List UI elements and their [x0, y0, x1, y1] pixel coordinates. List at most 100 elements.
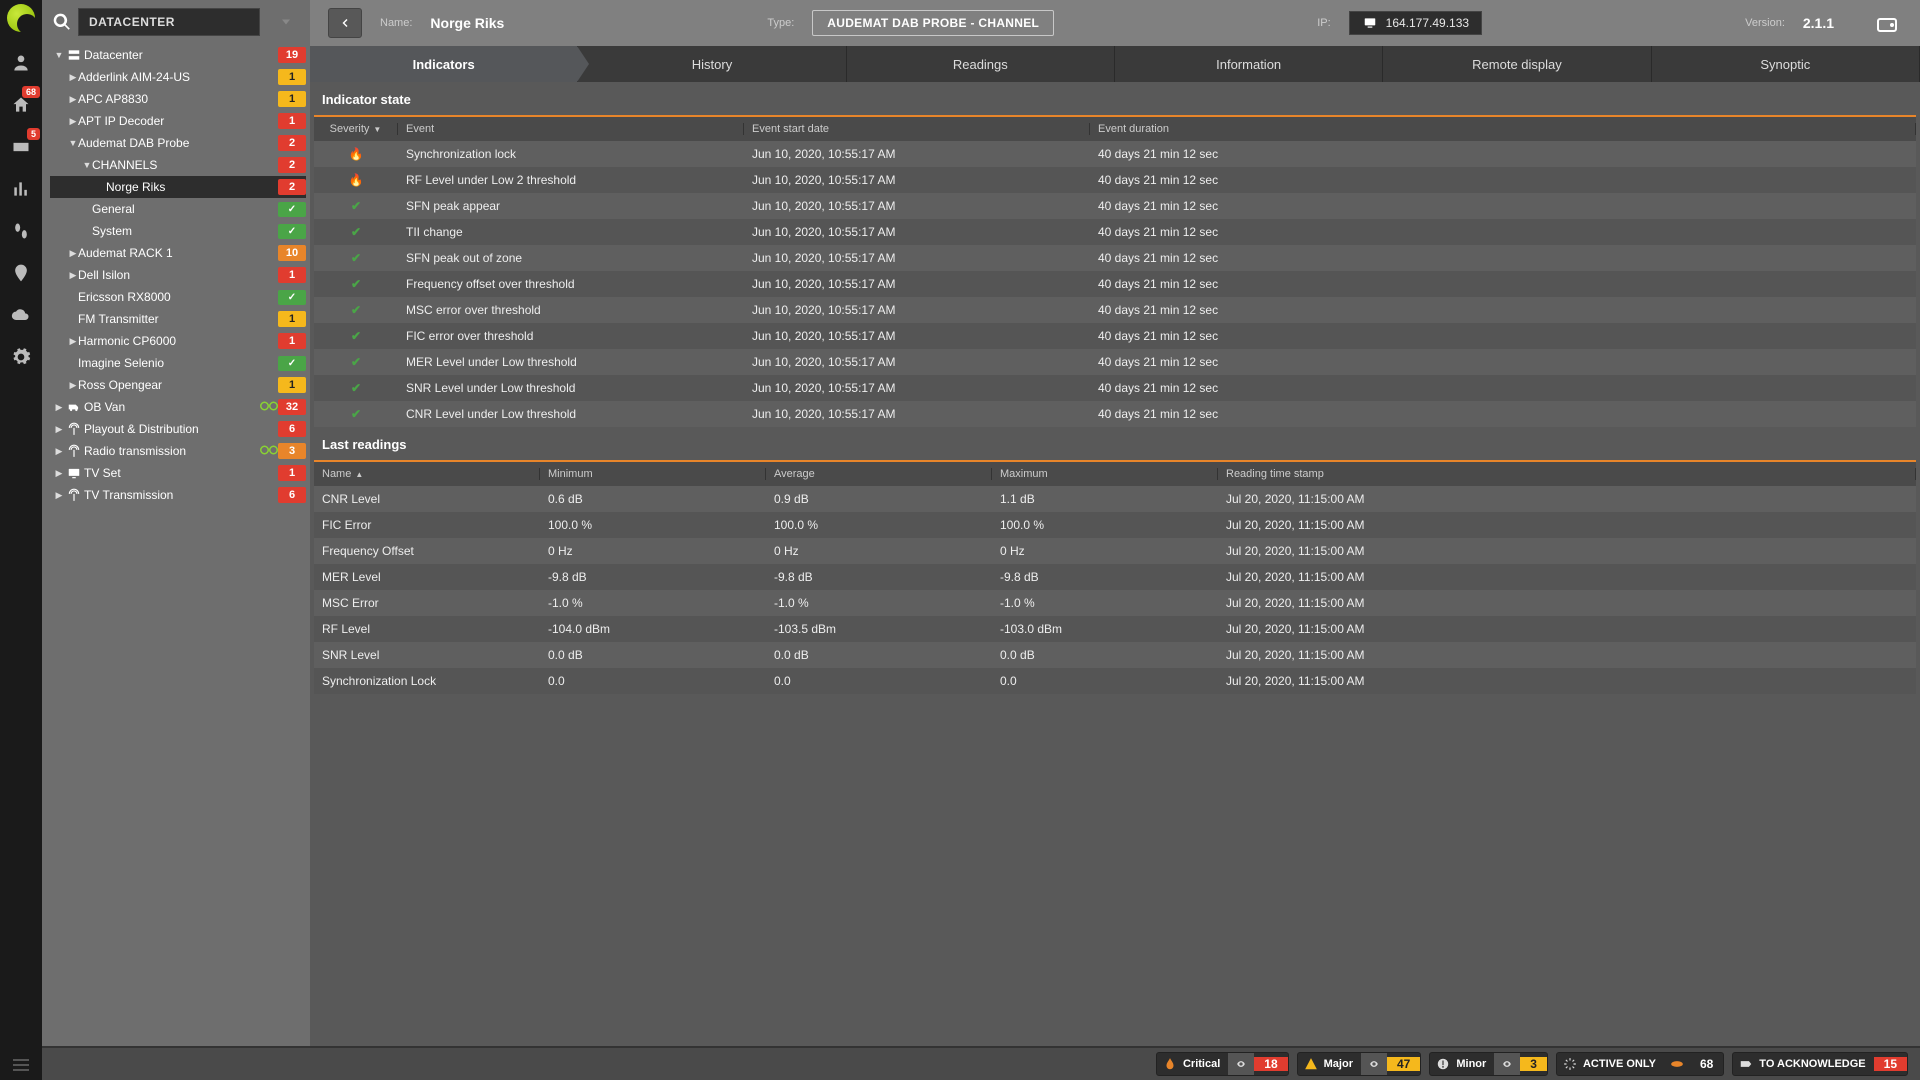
acknowledge-pill[interactable]: TO ACKNOWLEDGE 15 — [1732, 1052, 1908, 1076]
location-icon[interactable] — [0, 252, 42, 294]
reading-row[interactable]: Synchronization Lock0.00.00.0Jul 20, 202… — [314, 668, 1916, 694]
eye-icon — [1494, 1053, 1520, 1075]
critical-pill[interactable]: Critical 18 — [1156, 1052, 1289, 1076]
eye-icon — [1228, 1053, 1254, 1075]
tree-item[interactable]: System — [50, 220, 306, 242]
tree-item[interactable]: ▶Ross Opengear1 — [50, 374, 306, 396]
col-minimum[interactable]: Minimum — [540, 468, 766, 480]
fire-icon: 🔥 — [349, 173, 364, 187]
reading-row[interactable]: SNR Level0.0 dB0.0 dB0.0 dBJul 20, 2020,… — [314, 642, 1916, 668]
tree-item[interactable]: ▶Radio transmission3 — [50, 440, 306, 462]
reading-row[interactable]: Frequency Offset0 Hz0 Hz0 HzJul 20, 2020… — [314, 538, 1916, 564]
fire-icon: 🔥 — [349, 147, 364, 161]
tree-item[interactable]: Ericsson RX8000 — [50, 286, 306, 308]
topbar: Name: Norge Riks Type: AUDEMAT DAB PROBE… — [310, 0, 1920, 46]
hamburger-icon[interactable] — [0, 1050, 42, 1080]
chart-icon[interactable] — [0, 168, 42, 210]
main: Name: Norge Riks Type: AUDEMAT DAB PROBE… — [310, 0, 1920, 1080]
reading-row[interactable]: CNR Level0.6 dB0.9 dB1.1 dBJul 20, 2020,… — [314, 486, 1916, 512]
check-icon: ✔ — [351, 251, 361, 265]
sort-desc-icon: ▼ — [373, 125, 381, 134]
cloud-icon[interactable] — [0, 294, 42, 336]
tab-readings[interactable]: Readings — [847, 46, 1115, 82]
reading-row[interactable]: FIC Error100.0 %100.0 %100.0 %Jul 20, 20… — [314, 512, 1916, 538]
col-duration[interactable]: Event duration — [1090, 123, 1916, 135]
indicator-row[interactable]: ✔MSC error over thresholdJun 10, 2020, 1… — [314, 297, 1916, 323]
eye-icon — [1361, 1053, 1387, 1075]
tree-item[interactable]: ▶Playout & Distribution6 — [50, 418, 306, 440]
steps-icon[interactable] — [0, 210, 42, 252]
check-icon: ✔ — [351, 407, 361, 421]
user-icon[interactable] — [0, 42, 42, 84]
tree-item[interactable]: ▶Audemat RACK 110 — [50, 242, 306, 264]
indicator-row[interactable]: ✔SNR Level under Low thresholdJun 10, 20… — [314, 375, 1916, 401]
gear-icon[interactable] — [0, 336, 42, 378]
tree-item[interactable]: ▶TV Set1 — [50, 462, 306, 484]
datacenter-select[interactable] — [78, 8, 260, 36]
tab-history[interactable]: History — [578, 46, 846, 82]
vertical-nav: 68 5 — [0, 0, 42, 1080]
tree-item[interactable]: ▼CHANNELS2 — [50, 154, 306, 176]
col-severity[interactable]: Severity▼ — [314, 123, 398, 135]
major-pill[interactable]: Major 47 — [1297, 1052, 1422, 1076]
indicator-row[interactable]: 🔥Synchronization lockJun 10, 2020, 10:55… — [314, 141, 1916, 167]
reading-rows: CNR Level0.6 dB0.9 dB1.1 dBJul 20, 2020,… — [314, 486, 1916, 694]
indicator-grid-header: Severity▼ Event Event start date Event d… — [314, 117, 1916, 141]
content: Indicator state Severity▼ Event Event st… — [310, 82, 1920, 1080]
ip-label: IP: — [1317, 17, 1330, 29]
status-bar: Critical 18 Major 47 Minor 3 ACTIVE ONLY… — [42, 1046, 1920, 1080]
type-value: AUDEMAT DAB PROBE - CHANNEL — [812, 10, 1054, 36]
tree-item[interactable]: ▶APC AP88301 — [50, 88, 306, 110]
check-icon: ✔ — [351, 381, 361, 395]
tree-item[interactable]: ▶TV Transmission6 — [50, 484, 306, 506]
col-start-date[interactable]: Event start date — [744, 123, 1090, 135]
version-label: Version: — [1745, 17, 1785, 29]
tree-item[interactable]: ▶OB Van32 — [50, 396, 306, 418]
indicator-row[interactable]: ✔FIC error over thresholdJun 10, 2020, 1… — [314, 323, 1916, 349]
indicator-row[interactable]: ✔MER Level under Low thresholdJun 10, 20… — [314, 349, 1916, 375]
tree-item[interactable]: ▶APT IP Decoder1 — [50, 110, 306, 132]
tree-item[interactable]: General — [50, 198, 306, 220]
indicator-row[interactable]: ✔SFN peak out of zoneJun 10, 2020, 10:55… — [314, 245, 1916, 271]
back-button[interactable] — [328, 8, 362, 38]
tab-synoptic[interactable]: Synoptic — [1652, 46, 1920, 82]
indicator-rows: 🔥Synchronization lockJun 10, 2020, 10:55… — [314, 141, 1916, 427]
ticket-icon[interactable]: 5 — [0, 126, 42, 168]
col-name[interactable]: Name▲ — [314, 468, 540, 480]
indicator-row[interactable]: ✔TII changeJun 10, 2020, 10:55:17 AM40 d… — [314, 219, 1916, 245]
tree-item[interactable]: Imagine Selenio — [50, 352, 306, 374]
ip-value[interactable]: 164.177.49.133 — [1349, 11, 1482, 35]
last-readings-title: Last readings — [314, 427, 1916, 462]
minor-pill[interactable]: Minor 3 — [1429, 1052, 1548, 1076]
search-icon[interactable] — [52, 12, 72, 32]
sidebar: ▼Datacenter19▶Adderlink AIM-24-US1▶APC A… — [42, 0, 310, 1080]
tab-indicators[interactable]: Indicators — [310, 46, 578, 82]
col-event[interactable]: Event — [398, 123, 744, 135]
tab-information[interactable]: Information — [1115, 46, 1383, 82]
reading-row[interactable]: MER Level-9.8 dB-9.8 dB-9.8 dBJul 20, 20… — [314, 564, 1916, 590]
indicator-row[interactable]: ✔SFN peak appearJun 10, 2020, 10:55:17 A… — [314, 193, 1916, 219]
logo-icon[interactable] — [7, 4, 35, 32]
active-only-pill[interactable]: ACTIVE ONLY 68 — [1556, 1052, 1724, 1076]
reading-row[interactable]: RF Level-104.0 dBm-103.5 dBm-103.0 dBmJu… — [314, 616, 1916, 642]
tree-item[interactable]: Norge Riks2 — [50, 176, 306, 198]
tree-item[interactable]: ▼Datacenter19 — [50, 44, 306, 66]
col-average[interactable]: Average — [766, 468, 992, 480]
tree-item[interactable]: ▶Adderlink AIM-24-US1 — [50, 66, 306, 88]
tree-item[interactable]: FM Transmitter1 — [50, 308, 306, 330]
tree-item[interactable]: ▶Harmonic CP60001 — [50, 330, 306, 352]
check-icon: ✔ — [351, 199, 361, 213]
tree-item[interactable]: ▶Dell Isilon1 — [50, 264, 306, 286]
col-maximum[interactable]: Maximum — [992, 468, 1218, 480]
tree-item[interactable]: ▼Audemat DAB Probe2 — [50, 132, 306, 154]
indicator-row[interactable]: ✔CNR Level under Low thresholdJun 10, 20… — [314, 401, 1916, 427]
ticket-badge: 5 — [27, 128, 40, 140]
col-timestamp[interactable]: Reading time stamp — [1218, 468, 1916, 480]
home-icon[interactable]: 68 — [0, 84, 42, 126]
reading-row[interactable]: MSC Error-1.0 %-1.0 %-1.0 %Jul 20, 2020,… — [314, 590, 1916, 616]
check-icon: ✔ — [351, 355, 361, 369]
indicator-row[interactable]: 🔥RF Level under Low 2 thresholdJun 10, 2… — [314, 167, 1916, 193]
tab-remote-display[interactable]: Remote display — [1383, 46, 1651, 82]
indicator-row[interactable]: ✔Frequency offset over thresholdJun 10, … — [314, 271, 1916, 297]
home-badge: 68 — [22, 86, 40, 98]
